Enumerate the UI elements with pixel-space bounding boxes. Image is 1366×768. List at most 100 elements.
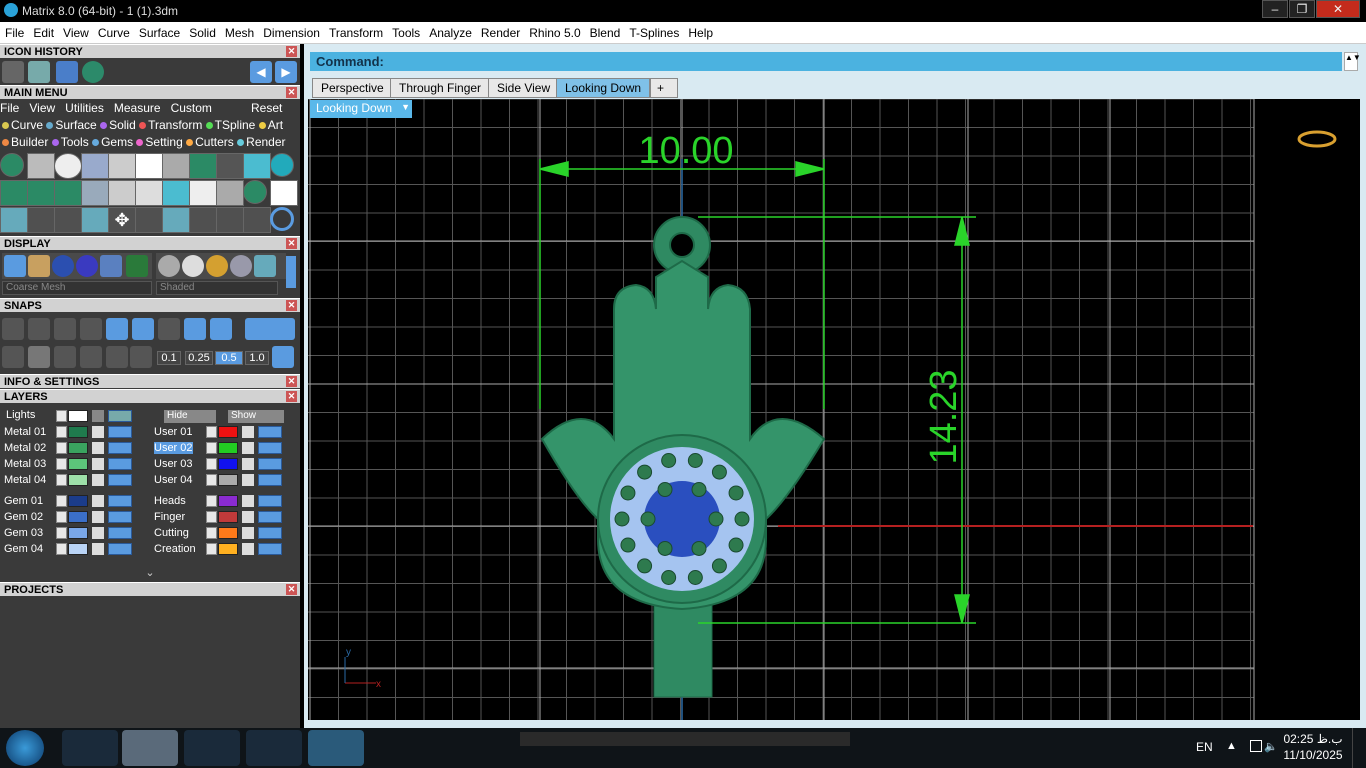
arrow-icon[interactable] bbox=[206, 543, 217, 555]
tool-icon[interactable] bbox=[108, 180, 136, 206]
visibility-toggle[interactable] bbox=[258, 426, 282, 438]
right-layer-swatch[interactable] bbox=[218, 426, 238, 438]
main-menu-custom[interactable]: Custom bbox=[171, 101, 212, 115]
main-menu-file[interactable]: File bbox=[0, 101, 19, 115]
cat-setting[interactable]: Setting bbox=[145, 135, 182, 149]
visibility-toggle[interactable] bbox=[258, 495, 282, 507]
snap-icon[interactable] bbox=[210, 318, 232, 340]
arrow-icon[interactable] bbox=[56, 426, 67, 438]
volume-icon[interactable]: 🔈 bbox=[1264, 740, 1278, 753]
projects-header[interactable]: PROJECTS ✕ bbox=[0, 582, 300, 596]
snap-icon[interactable] bbox=[106, 318, 128, 340]
view-selector[interactable]: Looking Down ▼ bbox=[310, 100, 412, 118]
grid-snap-icon[interactable] bbox=[272, 346, 294, 368]
cat-solid[interactable]: Solid bbox=[109, 118, 136, 132]
plane-icon[interactable] bbox=[106, 346, 128, 368]
render-icon[interactable] bbox=[206, 255, 228, 277]
right-layer-swatch[interactable] bbox=[218, 474, 238, 486]
paint-app-icon[interactable] bbox=[62, 730, 118, 766]
arrow-icon[interactable] bbox=[56, 410, 67, 422]
render-icon[interactable] bbox=[182, 255, 204, 277]
close-icon[interactable]: ✕ bbox=[286, 87, 297, 98]
axis-icon[interactable] bbox=[130, 346, 152, 368]
snap-icon[interactable] bbox=[2, 318, 24, 340]
menu-edit[interactable]: Edit bbox=[28, 22, 58, 40]
left-layer-swatch[interactable] bbox=[68, 543, 88, 555]
language-indicator[interactable]: EN bbox=[1196, 740, 1213, 754]
right-layer-swatch[interactable] bbox=[218, 511, 238, 523]
main-menu-measure[interactable]: Measure bbox=[114, 101, 161, 115]
lock-icon[interactable] bbox=[242, 458, 254, 470]
tool-icon[interactable] bbox=[189, 180, 217, 206]
left-layer-swatch[interactable] bbox=[68, 426, 88, 438]
left-layer-name[interactable]: Gem 03 bbox=[4, 527, 43, 539]
arrow-icon[interactable] bbox=[206, 426, 217, 438]
tool-icon[interactable] bbox=[27, 153, 55, 179]
tool-icon[interactable] bbox=[0, 180, 28, 206]
matrix-app-icon[interactable] bbox=[308, 730, 364, 766]
close-icon[interactable]: ✕ bbox=[286, 238, 297, 249]
gem-tool-icon[interactable] bbox=[0, 153, 24, 177]
close-icon[interactable]: ✕ bbox=[286, 300, 297, 311]
snap-icon[interactable] bbox=[158, 318, 180, 340]
curve-icon[interactable] bbox=[54, 207, 82, 233]
tool-icon[interactable] bbox=[108, 153, 136, 179]
show-button[interactable]: Show bbox=[228, 410, 284, 423]
left-layer-swatch[interactable] bbox=[68, 458, 88, 470]
history-tool-icon[interactable] bbox=[2, 61, 24, 83]
tool-icon[interactable] bbox=[243, 207, 271, 233]
tab-perspective[interactable]: Perspective bbox=[312, 78, 393, 98]
command-scroll[interactable]: ▲▼ bbox=[1344, 52, 1361, 71]
arrow-icon[interactable] bbox=[56, 495, 67, 507]
layers-header[interactable]: LAYERS ✕ bbox=[0, 389, 300, 403]
lock-icon[interactable] bbox=[242, 527, 254, 539]
close-icon[interactable]: ✕ bbox=[286, 391, 297, 402]
grid-icon[interactable] bbox=[80, 346, 102, 368]
lock-icon[interactable] bbox=[92, 511, 104, 523]
cube-icon[interactable] bbox=[28, 346, 50, 368]
menu-render[interactable]: Render bbox=[476, 22, 524, 40]
shading-select[interactable]: Shaded bbox=[156, 281, 278, 295]
tool-icon[interactable] bbox=[270, 180, 298, 206]
action-center-icon[interactable] bbox=[1250, 740, 1262, 752]
lock-icon[interactable] bbox=[92, 426, 104, 438]
left-layer-swatch[interactable] bbox=[68, 511, 88, 523]
right-layer-swatch[interactable] bbox=[218, 543, 238, 555]
folder-icon[interactable] bbox=[56, 61, 78, 83]
history-tool-icon[interactable] bbox=[28, 61, 50, 83]
visibility-toggle[interactable] bbox=[258, 458, 282, 470]
move-icon[interactable]: ✥ bbox=[108, 207, 136, 233]
explorer-app-icon[interactable] bbox=[122, 730, 178, 766]
visibility-toggle[interactable] bbox=[108, 442, 132, 454]
cat-cutters[interactable]: Cutters bbox=[195, 135, 234, 149]
start-button[interactable] bbox=[6, 730, 44, 766]
right-layer-name[interactable]: User 02 bbox=[154, 442, 193, 454]
tool-icon[interactable] bbox=[189, 153, 217, 179]
minimize-button[interactable]: – bbox=[1262, 0, 1288, 18]
visibility-toggle[interactable] bbox=[108, 543, 132, 555]
lock-icon[interactable] bbox=[242, 543, 254, 555]
cat-art[interactable]: Art bbox=[268, 118, 283, 132]
menu-dimension[interactable]: Dimension bbox=[258, 22, 324, 40]
restore-button[interactable]: ❐ bbox=[1289, 0, 1315, 18]
snaps-header[interactable]: SNAPS ✕ bbox=[0, 298, 300, 312]
lock-icon[interactable] bbox=[92, 410, 104, 422]
cat-surface[interactable]: Surface bbox=[55, 118, 96, 132]
info-settings-header[interactable]: INFO & SETTINGS ✕ bbox=[0, 374, 300, 388]
right-layer-name[interactable]: User 04 bbox=[154, 474, 193, 486]
left-layer-name[interactable]: Gem 01 bbox=[4, 495, 43, 507]
left-layer-name[interactable]: Gem 02 bbox=[4, 511, 43, 523]
visibility-toggle[interactable] bbox=[108, 410, 132, 422]
main-menu-view[interactable]: View bbox=[29, 101, 55, 115]
tab-through-finger[interactable]: Through Finger bbox=[390, 78, 491, 98]
sphere-icon[interactable] bbox=[76, 255, 98, 277]
lock-icon[interactable] bbox=[92, 543, 104, 555]
arrow-icon[interactable] bbox=[56, 474, 67, 486]
cat-tools[interactable]: Tools bbox=[61, 135, 89, 149]
visibility-toggle[interactable] bbox=[258, 543, 282, 555]
tool-icon[interactable] bbox=[270, 153, 294, 177]
left-layer-swatch[interactable] bbox=[68, 442, 88, 454]
menu-view[interactable]: View bbox=[58, 22, 93, 40]
sphere-icon[interactable] bbox=[52, 255, 74, 277]
visibility-toggle[interactable] bbox=[108, 426, 132, 438]
